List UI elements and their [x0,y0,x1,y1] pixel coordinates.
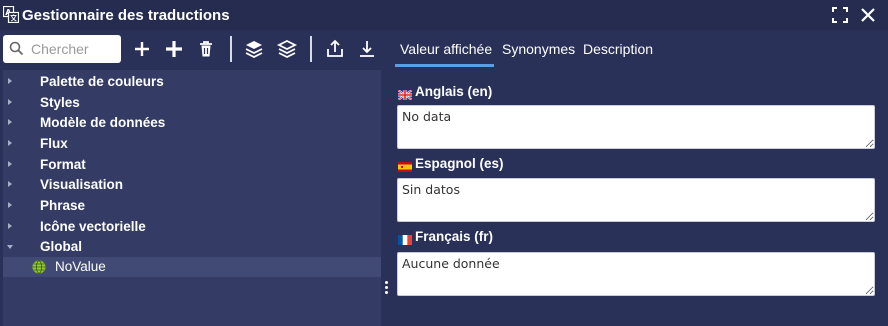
tree-item[interactable]: Icône vectorielle [3,217,381,237]
tree-item[interactable]: Format [3,155,381,175]
download-icon[interactable] [356,38,378,60]
translation-es-field[interactable]: Sin datos [397,178,875,222]
lang-label-es: Espagnol (es) [415,156,504,171]
toolbar-separator [310,36,312,62]
translate-icon: A [2,5,20,24]
window-title: Gestionnaire des traductions [22,7,230,24]
search-input[interactable] [31,39,117,59]
tree-item-label: Global [40,239,83,254]
tree-item-label: Format [40,157,86,172]
toolbar-separator [230,36,232,62]
tree-item-label: Palette de couleurs [40,74,164,89]
tree-leaf-novalue[interactable]: NoValue [3,257,381,277]
layers-alt-icon[interactable] [276,38,298,60]
tree-leaf-label: NoValue [55,259,106,274]
tree-item[interactable]: Palette de couleurs [3,72,381,92]
tree-item[interactable]: Visualisation [3,175,381,195]
fullscreen-icon[interactable] [832,7,848,23]
translation-fr-field[interactable]: Aucune donnée [397,252,875,296]
tree-panel: Palette de couleurs Styles Modèle de don… [3,70,381,326]
caret-right-icon[interactable] [8,99,12,105]
caret-right-icon[interactable] [8,140,12,146]
caret-right-icon[interactable] [8,223,12,229]
caret-right-icon[interactable] [8,161,12,167]
caret-right-icon[interactable] [8,119,12,125]
add-bold-icon[interactable] [163,38,185,60]
caret-down-icon[interactable] [7,245,13,249]
translation-en-field[interactable]: No data [397,105,875,149]
tree-item[interactable]: Phrase [3,196,381,216]
active-tab-indicator [395,64,494,67]
tab-synonymes[interactable]: Synonymes [502,41,575,57]
tree-item-label: Modèle de données [40,115,166,130]
tree-item-label: Styles [40,95,80,110]
title-bar: A Gestionnaire des traductions [0,0,888,30]
tree-item[interactable]: Flux [3,134,381,154]
tree-item-label: Icône vectorielle [40,219,146,234]
caret-right-icon[interactable] [8,181,12,187]
tab-valeur-affichee[interactable]: Valeur affichée [400,41,492,57]
layers-icon[interactable] [243,38,265,60]
close-icon[interactable] [860,7,876,23]
lang-label-fr: Français (fr) [415,229,494,244]
search-icon [9,41,24,56]
tree-item-global[interactable]: Global [3,237,381,257]
globe-icon [32,260,46,274]
export-icon[interactable] [324,38,346,60]
tree-item-label: Flux [40,136,68,151]
tree-item[interactable]: Modèle de données [3,113,381,133]
add-icon[interactable] [131,38,153,60]
tab-description[interactable]: Description [583,41,653,57]
trash-icon[interactable] [195,38,217,60]
lang-label-en: Anglais (en) [415,84,493,99]
caret-right-icon[interactable] [8,78,12,84]
tree-item[interactable]: Styles [3,93,381,113]
tree-item-label: Phrase [40,198,86,213]
france-flag-icon [398,232,412,245]
caret-right-icon[interactable] [8,202,12,208]
tree-item-label: Visualisation [40,177,124,192]
spain-flag-icon [398,159,412,172]
search-box[interactable] [3,35,121,63]
panel-splitter-handle[interactable] [384,281,390,297]
uk-flag-icon [397,87,413,101]
